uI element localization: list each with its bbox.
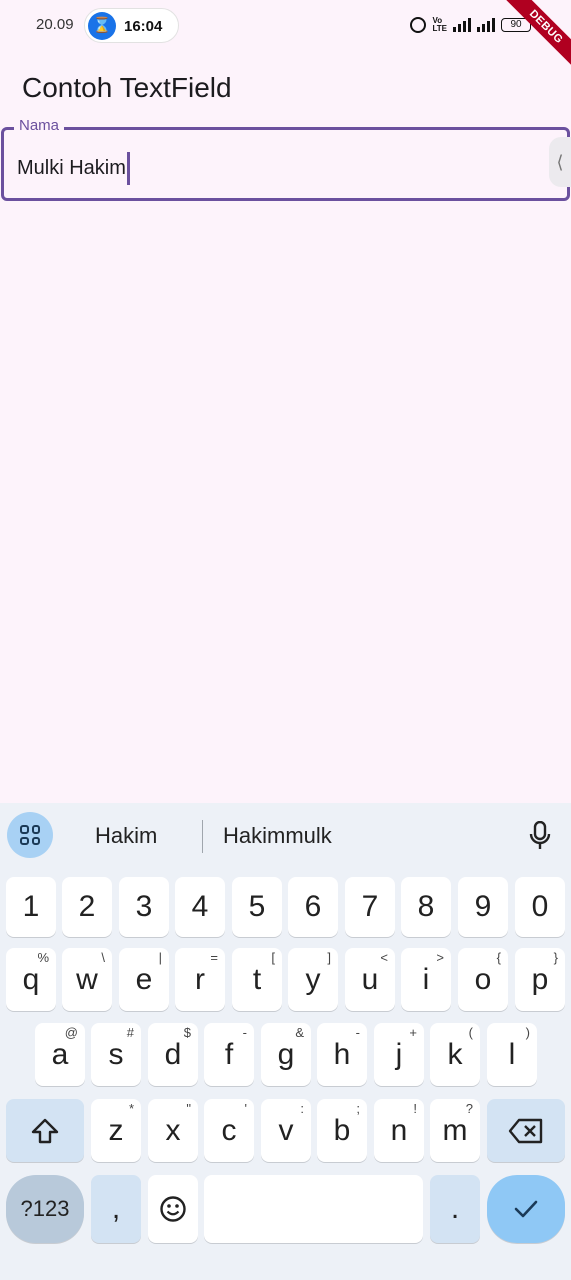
key-p[interactable]: } p — [515, 948, 565, 1011]
key-c[interactable]: ' c — [204, 1099, 254, 1162]
apps-grid-icon — [20, 825, 40, 845]
suggestion-2[interactable]: Hakimmulk — [223, 823, 332, 849]
alarm-icon — [410, 17, 427, 33]
key-5[interactable]: 5 — [232, 877, 282, 937]
key-3[interactable]: 3 — [119, 877, 169, 937]
key-x[interactable]: " x — [148, 1099, 198, 1162]
text-cursor — [126, 152, 130, 185]
key-b[interactable]: ; b — [317, 1099, 367, 1162]
emoji-key[interactable] — [148, 1175, 198, 1243]
edge-panel-handle[interactable]: ⟨ — [549, 137, 571, 187]
focus-timer-text: 16:04 — [124, 18, 163, 35]
key-e[interactable]: | e — [119, 948, 169, 1011]
key-k[interactable]: (k — [430, 1023, 480, 1086]
key-j[interactable]: + j — [374, 1023, 424, 1086]
key-d[interactable]: $ d — [148, 1023, 198, 1086]
key-l[interactable]: ) l — [487, 1023, 537, 1086]
key-w[interactable]: \ w — [62, 948, 112, 1011]
soft-keyboard: Hakim Hakimmulk 1 2 3 4 5 6 7 8 9 0 % q \… — [0, 803, 571, 1280]
suggestion-1[interactable]: Hakim — [95, 823, 157, 849]
suggestion-bar: Hakim Hakimmulk — [0, 803, 571, 869]
key-u[interactable]: < u — [345, 948, 395, 1011]
key-0[interactable]: 0 — [515, 877, 565, 937]
key-o[interactable]: {o — [458, 948, 508, 1011]
space-key[interactable] — [204, 1175, 423, 1243]
microphone-icon[interactable] — [528, 821, 552, 851]
key-n[interactable]: ! n — [374, 1099, 424, 1162]
key-i[interactable]: > i — [401, 948, 451, 1011]
key-4[interactable]: 4 — [175, 877, 225, 937]
text-field-label: Nama — [14, 118, 65, 132]
key-h[interactable]: -h — [317, 1023, 367, 1086]
backspace-key[interactable] — [487, 1099, 565, 1162]
status-time: 20.09 — [36, 16, 74, 33]
key-r[interactable]: = r — [175, 948, 225, 1011]
key-y[interactable]: ] y — [288, 948, 338, 1011]
backspace-icon — [508, 1118, 543, 1143]
symbols-key[interactable]: ?123 — [6, 1175, 84, 1243]
shift-key[interactable] — [6, 1099, 84, 1162]
signal-icon — [453, 18, 471, 32]
key-2[interactable]: 2 — [62, 877, 112, 937]
key-8[interactable]: 8 — [401, 877, 451, 937]
period-key[interactable]: . — [430, 1175, 480, 1243]
page-title: Contoh TextField — [22, 72, 232, 103]
status-icons: Vo LTE 90 — [410, 14, 531, 36]
comma-key[interactable]: , — [91, 1175, 141, 1243]
key-g[interactable]: & g — [261, 1023, 311, 1086]
volte-icon: Vo LTE — [432, 16, 447, 33]
key-z[interactable]: * z — [91, 1099, 141, 1162]
shift-icon — [31, 1118, 59, 1143]
signal-icon-2 — [477, 18, 495, 32]
status-bar: 20.09 ⌛ 16:04 Vo LTE 90 DEBUG — [0, 0, 571, 73]
checkmark-icon — [514, 1200, 538, 1218]
key-9[interactable]: 9 — [458, 877, 508, 937]
suggestion-divider — [202, 820, 203, 853]
text-field-text: Mulki Hakim — [17, 157, 126, 179]
key-t[interactable]: [t — [232, 948, 282, 1011]
key-f[interactable]: -f — [204, 1023, 254, 1086]
key-m[interactable]: ? m — [430, 1099, 480, 1162]
key-v[interactable]: :v — [261, 1099, 311, 1162]
debug-banner: DEBUG — [500, 0, 571, 73]
key-7[interactable]: 7 — [345, 877, 395, 937]
focus-timer-pill[interactable]: ⌛ 16:04 — [84, 8, 179, 43]
name-text-field[interactable]: Nama Mulki Hakim — [1, 118, 570, 201]
key-6[interactable]: 6 — [288, 877, 338, 937]
keyboard-apps-button[interactable] — [7, 812, 53, 858]
hourglass-icon: ⌛ — [88, 12, 116, 40]
key-s[interactable]: # s — [91, 1023, 141, 1086]
key-q[interactable]: % q — [6, 948, 56, 1011]
key-1[interactable]: 1 — [6, 877, 56, 937]
key-a[interactable]: @ a — [35, 1023, 85, 1086]
text-field-value[interactable]: Mulki Hakim — [17, 152, 130, 185]
done-key[interactable] — [487, 1175, 565, 1243]
emoji-icon — [160, 1196, 186, 1222]
